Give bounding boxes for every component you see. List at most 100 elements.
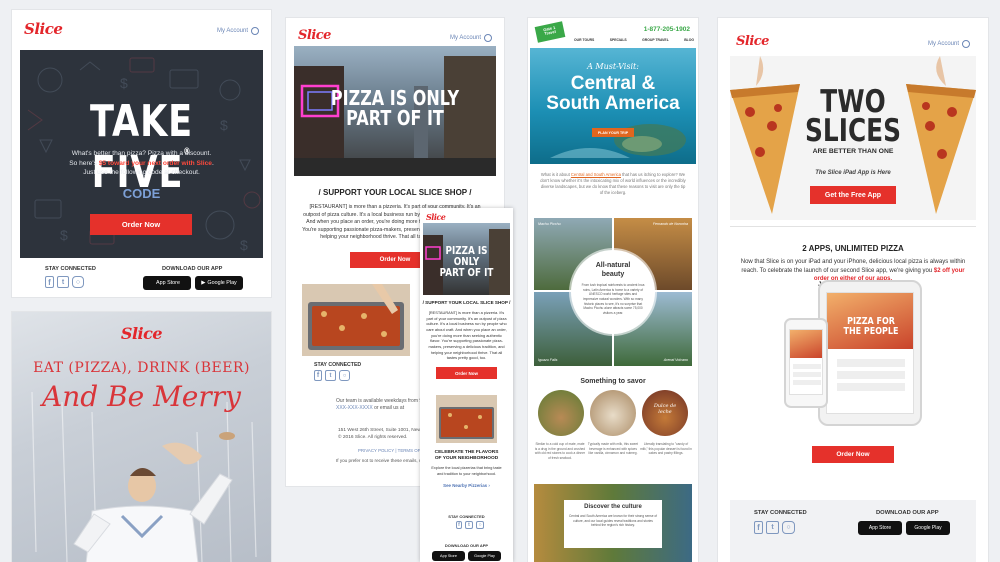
play-icon: ▶ [201,280,206,286]
email-two-slices: Slice My Account TWO SLICES ARE BETTER TH… [718,18,988,562]
download-app-label: DOWNLOAD OUR APP [162,266,223,272]
culture-collage: Discover the culture Central and South A… [534,484,692,562]
instagram-icon[interactable]: ○ [782,521,795,534]
take-five-headline: TAKE FIVE® [89,96,194,198]
promo-code: CODE [122,186,161,201]
hero-street-photo: PIZZA IS ONLY PART OF IT [294,46,496,176]
svg-text:$: $ [60,227,68,243]
celebrate-headline: CELEBRATE THE FLAVORS OF YOUR NEIGHBORHOO… [434,450,499,462]
slice-logo: Slice [426,212,446,222]
app-store-badge[interactable]: App Store [143,276,191,290]
travel-logo: Gate 1 Travel [534,21,566,43]
terms-link[interactable]: TERMS OF [398,448,421,453]
phone-number[interactable]: 1-877-205-1902 [644,26,690,33]
savor-photo-3: Dulce de leche [642,390,688,436]
divider [730,226,976,227]
twitter-icon[interactable]: t [766,521,779,534]
savor-title: Something to savor [580,378,646,385]
plan-trip-button[interactable]: PLAN YOUR TRIP [592,128,634,137]
twitter-icon[interactable]: t [465,521,473,529]
nav-group-travel[interactable]: GROUP TRAVEL [642,38,669,42]
slice-logo: Slice [24,20,63,38]
section-title: 2 APPS, UNLIMITED PIZZA [802,244,904,253]
slice-logo: Slice [120,324,163,343]
twitter-icon[interactable]: t [57,276,69,288]
svg-text:$: $ [120,75,128,91]
email-travel: Gate 1 Travel 1-877-205-1902 OUR TOURS SP… [528,18,698,562]
support-subhead: / SUPPORT YOUR LOCAL SLICE SHOP / [422,300,511,305]
photo-grid: Machu Picchu Fernando de Noronha Iguazu … [534,218,692,366]
support-body: [RESTAURANT] is more than a pizzeria. It… [426,310,507,361]
nav-blog[interactable]: BLOG [684,38,694,42]
headline-script: And Be Merry [42,380,241,413]
instagram-icon[interactable]: ○ [476,521,484,529]
instagram-icon[interactable]: ○ [72,276,84,288]
facebook-icon[interactable]: f [754,521,763,534]
email-header: Slice My Account [12,10,271,50]
chevron-right-icon: › [488,483,490,488]
get-free-app-button[interactable]: Get the Free App [810,186,896,204]
nav-our-tours[interactable]: OUR TOURS [574,38,594,42]
stay-connected-label: STAY CONNECTED [754,510,807,516]
facebook-icon[interactable]: f [456,521,462,529]
instagram-icon[interactable]: ○ [339,370,350,381]
account-icon [251,27,259,35]
footer-links: PRIVACY POLICY | TERMS OF [358,448,421,453]
iphone-device [784,318,828,408]
see-nearby-link[interactable]: See Nearby Pizzerias › [420,483,513,488]
app-store-badge[interactable]: App Store [432,551,465,561]
hero-headline: PIZZA IS ONLY PART OF IT [330,86,460,130]
social-links: f t ○ [45,276,84,288]
hero-pizza-slices: TWO SLICES ARE BETTER THAN ONE The Slice … [730,56,976,220]
slice-logo: Slice [736,34,769,49]
social-links: f t ○ [754,521,795,534]
nav-specials[interactable]: SPECIALS [610,38,627,42]
pizza-tray-photo [302,284,410,356]
hero-title: Central & South America [546,73,680,114]
stay-connected-label: STAY CONNECTED [448,514,485,519]
my-account-link[interactable]: My Account [928,40,970,48]
hero-turtle-photo: A Must-Visit: Central & South America PLA… [530,48,696,164]
twitter-icon[interactable]: t [325,370,336,381]
my-account-link[interactable]: My Account [450,34,492,42]
order-now-button[interactable]: Order Now [90,214,192,235]
facebook-icon[interactable]: f [45,276,54,288]
beauty-circle: All-natural beauty From lush tropical ra… [571,250,655,334]
google-play-badge[interactable]: Google Play [906,521,950,535]
savor-photo-1 [538,390,584,436]
savor-text-2: Typically made with milk, this sweet bev… [587,442,639,456]
top-nav: OUR TOURS SPECIALS GROUP TRAVEL BLOG [574,38,694,42]
hero-eyebrow: A Must-Visit: [587,62,639,71]
ipad-device: PIZZA FOR THE PEOPLE [818,280,922,426]
google-play-badge[interactable]: ▶ Google Play [195,276,243,290]
email-support-local-mobile: Slice PIZZA IS ONLY PART OF IT / SUPPORT … [420,208,513,562]
account-icon [484,34,492,42]
two-slices-subline: ARE BETTER THAN ONE [812,148,894,155]
ipad-screen-headline: PIZZA FOR THE PEOPLE [843,316,899,337]
stay-connected-label: STAY CONNECTED [45,266,96,272]
culture-box: Discover the culture Central and South A… [564,500,662,548]
google-play-badge[interactable]: Google Play [468,551,501,561]
pizza-tray-photo [436,395,497,443]
headline-caps: EAT (PIZZA), DRINK (BEER) [33,360,250,376]
email-be-merry: Slice EAT (PIZZA), DRINK (BEER) And Be M… [12,312,271,562]
celebrate-body: Explore the local pizzerias that bring t… [431,466,502,476]
intro-text: What is it about Central and South Ameri… [540,172,686,196]
download-app-label: DOWNLOAD OUR APP [444,543,489,548]
savor-photo-2 [590,390,636,436]
my-account-link[interactable]: My Account [217,27,259,35]
hero-banner: $ $ $ $ TAKE FIVE® What's better than pizza… [20,50,263,258]
facebook-icon[interactable]: f [314,370,322,381]
hero-headline: PIZZA IS ONLY PART OF IT [439,244,494,279]
savor-text-1: Similar to a cold cup of mate, mate is a… [534,442,586,460]
privacy-link[interactable]: PRIVACY POLICY [358,448,394,453]
offer-text: What's better than pizza? Pizza with a d… [69,150,214,177]
app-store-badge[interactable]: App Store [858,521,902,535]
support-subhead: / SUPPORT YOUR LOCAL SLICE SHOP / [318,188,472,197]
two-slices-headline: TWO SLICES [805,84,901,150]
order-now-button[interactable]: Order Now [812,446,894,463]
email-take-five: Slice My Account $ $ $ $ TAKE FIVE® What's … [12,10,271,297]
account-icon [962,40,970,48]
order-now-button[interactable]: Order Now [436,367,497,379]
svg-text:$: $ [240,237,248,253]
